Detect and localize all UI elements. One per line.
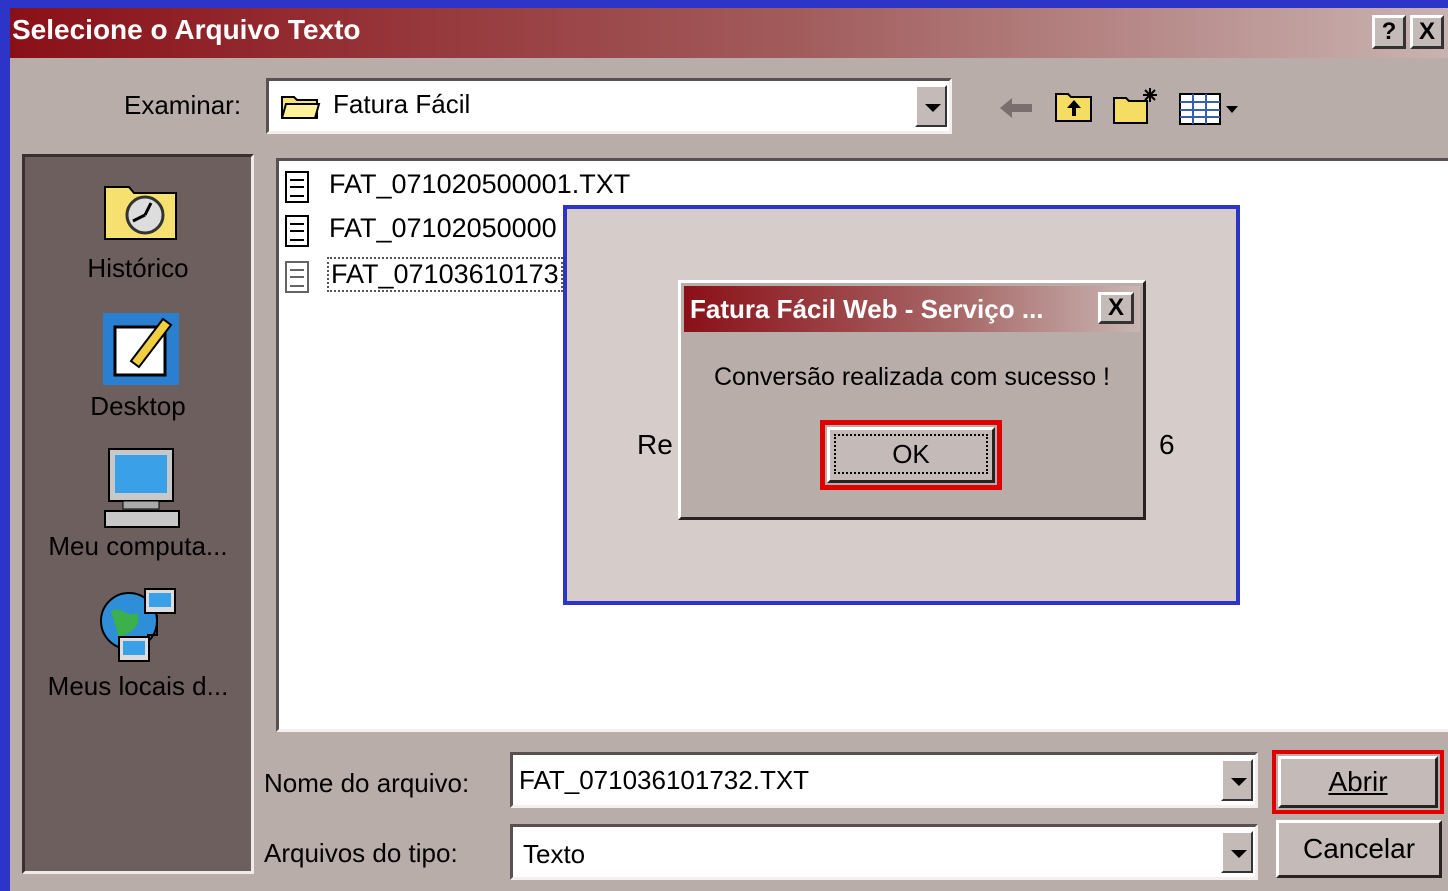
look-in-value: Fatura Fácil xyxy=(333,89,471,119)
text-file-icon xyxy=(285,171,309,203)
ok-button[interactable]: OK xyxy=(827,427,995,483)
message-close-button[interactable]: X xyxy=(1098,292,1134,324)
overlay-right-text: 6 xyxy=(1159,429,1175,460)
places-label: Histórico xyxy=(87,253,189,283)
file-name: FAT_07102050000 xyxy=(329,213,557,243)
ok-label: OK xyxy=(834,434,988,474)
ok-button-highlight: OK xyxy=(820,420,1002,490)
filename-input[interactable]: FAT_071036101732.TXT xyxy=(510,752,1258,808)
history-icon xyxy=(101,173,181,243)
filetype-label: Arquivos do tipo: xyxy=(264,838,458,868)
title-bar: Selecione o Arquivo Texto ? X xyxy=(10,8,1448,58)
places-label: Meu computa... xyxy=(48,531,228,561)
filename-dropdown-arrow[interactable] xyxy=(1221,759,1253,801)
file-item[interactable]: FAT_071020500001.TXT xyxy=(285,167,785,207)
look-in-dropdown-arrow[interactable] xyxy=(915,85,947,127)
places-bar: Histórico Desktop Meu computa... Meus lo… xyxy=(22,154,254,874)
new-folder-icon[interactable] xyxy=(1112,86,1160,126)
filetype-dropdown-arrow[interactable] xyxy=(1221,831,1253,873)
places-label: Desktop xyxy=(90,391,186,421)
look-in-label: Examinar: xyxy=(124,90,242,120)
close-button[interactable]: X xyxy=(1410,15,1444,49)
file-name: FAT_071020500001.TXT xyxy=(329,169,631,199)
success-message-box: Fatura Fácil Web - Serviço ... X Convers… xyxy=(678,280,1146,520)
look-in-combobox[interactable]: Fatura Fácil xyxy=(266,78,952,134)
window-title: Selecione o Arquivo Texto xyxy=(12,14,361,45)
text-file-icon xyxy=(285,215,309,247)
filename-label-text: Nome do arquivo: xyxy=(264,768,470,798)
desktop-icon xyxy=(101,311,181,387)
cancel-button[interactable]: Cancelar xyxy=(1276,820,1442,878)
open-button-highlight: Abrir xyxy=(1272,750,1444,814)
places-item-desktop[interactable]: Desktop xyxy=(25,305,251,425)
filetype-select[interactable]: Texto xyxy=(510,824,1258,880)
message-text: Conversão realizada com sucesso ! xyxy=(713,363,1111,391)
view-menu-icon[interactable] xyxy=(1178,92,1242,126)
places-item-history[interactable]: Histórico xyxy=(25,167,251,287)
filetype-value: Texto xyxy=(523,839,586,869)
message-title: Fatura Fácil Web - Serviço ... xyxy=(690,294,1044,324)
network-places-icon xyxy=(97,585,189,671)
places-item-my-computer[interactable]: Meu computa... xyxy=(25,441,251,561)
filename-value: FAT_071036101732.TXT xyxy=(519,765,810,795)
up-folder-icon[interactable] xyxy=(1054,88,1094,124)
help-button[interactable]: ? xyxy=(1372,15,1406,49)
back-arrow-icon[interactable] xyxy=(998,96,1034,120)
filename-label: Nome do arquivo: xyxy=(264,768,469,799)
file-name: FAT_07103610173 xyxy=(327,257,563,292)
places-label: Meus locais d... xyxy=(47,671,229,701)
text-file-icon xyxy=(285,261,309,293)
places-item-network[interactable]: Meus locais d... xyxy=(25,581,251,701)
overlay-left-text: Re xyxy=(637,429,673,460)
message-title-bar: Fatura Fácil Web - Serviço ... X xyxy=(684,286,1140,332)
open-button[interactable]: Abrir xyxy=(1278,756,1438,808)
my-computer-icon xyxy=(101,447,185,531)
folder-icon xyxy=(280,93,321,119)
